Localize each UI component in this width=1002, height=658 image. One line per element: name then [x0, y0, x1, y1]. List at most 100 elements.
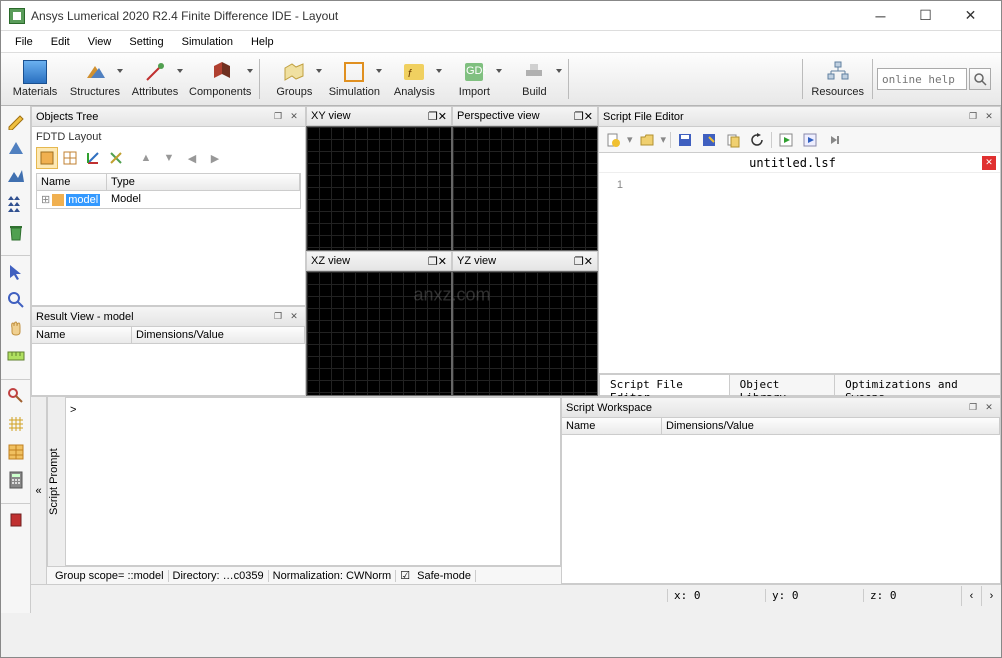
menu-simulation[interactable]: Simulation — [174, 34, 241, 50]
close-icon[interactable]: ✕ — [584, 110, 593, 123]
statusbar: x: 0 y: 0 z: 0 ‹ › — [31, 584, 1001, 606]
close-icon[interactable]: ✕ — [982, 401, 996, 415]
undock-icon[interactable]: ❐ — [271, 310, 285, 324]
grid-tool-icon[interactable] — [4, 412, 28, 436]
col-name[interactable]: Name — [37, 174, 107, 190]
maximize-button[interactable]: ☐ — [903, 2, 948, 30]
tree-cross-icon[interactable] — [105, 147, 127, 169]
menubar: File Edit View Setting Simulation Help — [1, 31, 1001, 53]
run-selection-icon[interactable] — [800, 130, 820, 150]
prompt-toggle-icon[interactable]: « — [31, 397, 47, 584]
simulation-button[interactable]: Simulation — [324, 55, 384, 103]
close-icon[interactable]: ✕ — [438, 255, 447, 268]
col-dims[interactable]: Dimensions/Value — [662, 418, 1000, 434]
array-tool-icon[interactable] — [4, 192, 28, 216]
col-type[interactable]: Type — [107, 174, 300, 190]
help-search-input[interactable] — [877, 68, 967, 90]
status-scope: Group scope= ::model — [51, 570, 169, 582]
pan-tool-icon[interactable] — [4, 316, 28, 340]
build-button[interactable]: Build — [504, 55, 564, 103]
arrow-left-icon[interactable]: ◀ — [181, 147, 203, 169]
table-tool-icon[interactable] — [4, 440, 28, 464]
menu-file[interactable]: File — [7, 34, 41, 50]
status-z: z: 0 — [863, 589, 961, 602]
perspective-viewport[interactable] — [452, 126, 598, 251]
edit-tool-icon[interactable] — [4, 108, 28, 132]
yz-view-title: YZ view — [457, 255, 574, 267]
xy-viewport[interactable] — [306, 126, 452, 251]
xz-viewport[interactable] — [306, 271, 452, 396]
components-button[interactable]: Components — [185, 55, 255, 103]
materials-button[interactable]: Materials — [5, 55, 65, 103]
undock-icon[interactable]: ❐ — [966, 110, 980, 124]
close-button[interactable]: ✕ — [948, 2, 993, 30]
tree-row[interactable]: ⊞model Model — [37, 191, 300, 208]
undock-icon[interactable]: ❐ — [574, 110, 584, 123]
groups-button[interactable]: Groups — [264, 55, 324, 103]
close-icon[interactable]: ✕ — [287, 110, 301, 124]
tree-expand-icon[interactable] — [36, 147, 58, 169]
tab-object-library[interactable]: Object Library — [729, 374, 836, 395]
undock-icon[interactable]: ❐ — [574, 255, 584, 268]
search-icon[interactable] — [969, 68, 991, 90]
import-button[interactable]: GDSImport — [444, 55, 504, 103]
tree-grid-icon[interactable] — [59, 147, 81, 169]
new-file-icon[interactable] — [603, 130, 623, 150]
window-title: Ansys Lumerical 2020 R2.4 Finite Differe… — [31, 9, 858, 23]
undock-icon[interactable]: ❐ — [428, 255, 438, 268]
calculator-tool-icon[interactable] — [4, 468, 28, 492]
zoom-tool-icon[interactable] — [4, 288, 28, 312]
script-editor-body[interactable]: 1 — [599, 173, 1000, 373]
probe-tool-icon[interactable] — [4, 384, 28, 408]
script-prompt-body[interactable]: > — [65, 397, 561, 566]
open-file-icon[interactable] — [637, 130, 657, 150]
menu-setting[interactable]: Setting — [121, 34, 171, 50]
nav-next-icon[interactable]: › — [981, 586, 1001, 606]
menu-view[interactable]: View — [80, 34, 120, 50]
ruler-tool-icon[interactable] — [4, 344, 28, 368]
run-icon[interactable] — [776, 130, 796, 150]
arrow-down-icon[interactable]: ▼ — [158, 147, 180, 169]
col-name[interactable]: Name — [32, 327, 132, 343]
close-icon[interactable]: ✕ — [438, 110, 447, 123]
step-icon[interactable] — [824, 130, 844, 150]
structures-button[interactable]: Structures — [65, 55, 125, 103]
tree-subhead: FDTD Layout — [34, 129, 303, 145]
script-filename: untitled.lsf — [603, 156, 982, 170]
pointer-tool-icon[interactable] — [4, 260, 28, 284]
file-close-icon[interactable]: ✕ — [982, 156, 996, 170]
menu-help[interactable]: Help — [243, 34, 282, 50]
close-icon[interactable]: ✕ — [982, 110, 996, 124]
close-icon[interactable]: ✕ — [287, 310, 301, 324]
arrow-up-icon[interactable]: ▲ — [135, 147, 157, 169]
col-name[interactable]: Name — [562, 418, 662, 434]
objects-tree-panel: Objects Tree ❐ ✕ FDTD Layout ▲ — [31, 106, 306, 306]
attributes-button[interactable]: Attributes — [125, 55, 185, 103]
tab-script-editor[interactable]: Script File Editor — [599, 374, 730, 395]
yz-viewport[interactable] — [452, 271, 598, 396]
prompt-status: Group scope= ::model Directory: …c0359 N… — [47, 566, 561, 584]
arrow-right-icon[interactable]: ▶ — [204, 147, 226, 169]
col-dims[interactable]: Dimensions/Value — [132, 327, 305, 343]
undock-icon[interactable]: ❐ — [428, 110, 438, 123]
analysis-button[interactable]: fAnalysis — [384, 55, 444, 103]
resources-button[interactable]: Resources — [807, 55, 868, 103]
tree-axis-icon[interactable] — [82, 147, 104, 169]
copy-icon[interactable] — [723, 130, 743, 150]
undock-icon[interactable]: ❐ — [966, 401, 980, 415]
save-as-icon[interactable] — [699, 130, 719, 150]
mountain-tool-icon[interactable] — [4, 164, 28, 188]
stop-tool-icon[interactable] — [4, 508, 28, 532]
nav-prev-icon[interactable]: ‹ — [961, 586, 981, 606]
objects-tree-title: Objects Tree — [36, 111, 269, 123]
reload-icon[interactable] — [747, 130, 767, 150]
triangle-tool-icon[interactable] — [4, 136, 28, 160]
minimize-button[interactable]: ─ — [858, 2, 903, 30]
close-icon[interactable]: ✕ — [584, 255, 593, 268]
menu-edit[interactable]: Edit — [43, 34, 78, 50]
delete-icon[interactable] — [4, 220, 28, 244]
save-icon[interactable] — [675, 130, 695, 150]
titlebar: Ansys Lumerical 2020 R2.4 Finite Differe… — [1, 1, 1001, 31]
undock-icon[interactable]: ❐ — [271, 110, 285, 124]
tab-optimizations[interactable]: Optimizations and Sweeps — [834, 374, 1001, 395]
